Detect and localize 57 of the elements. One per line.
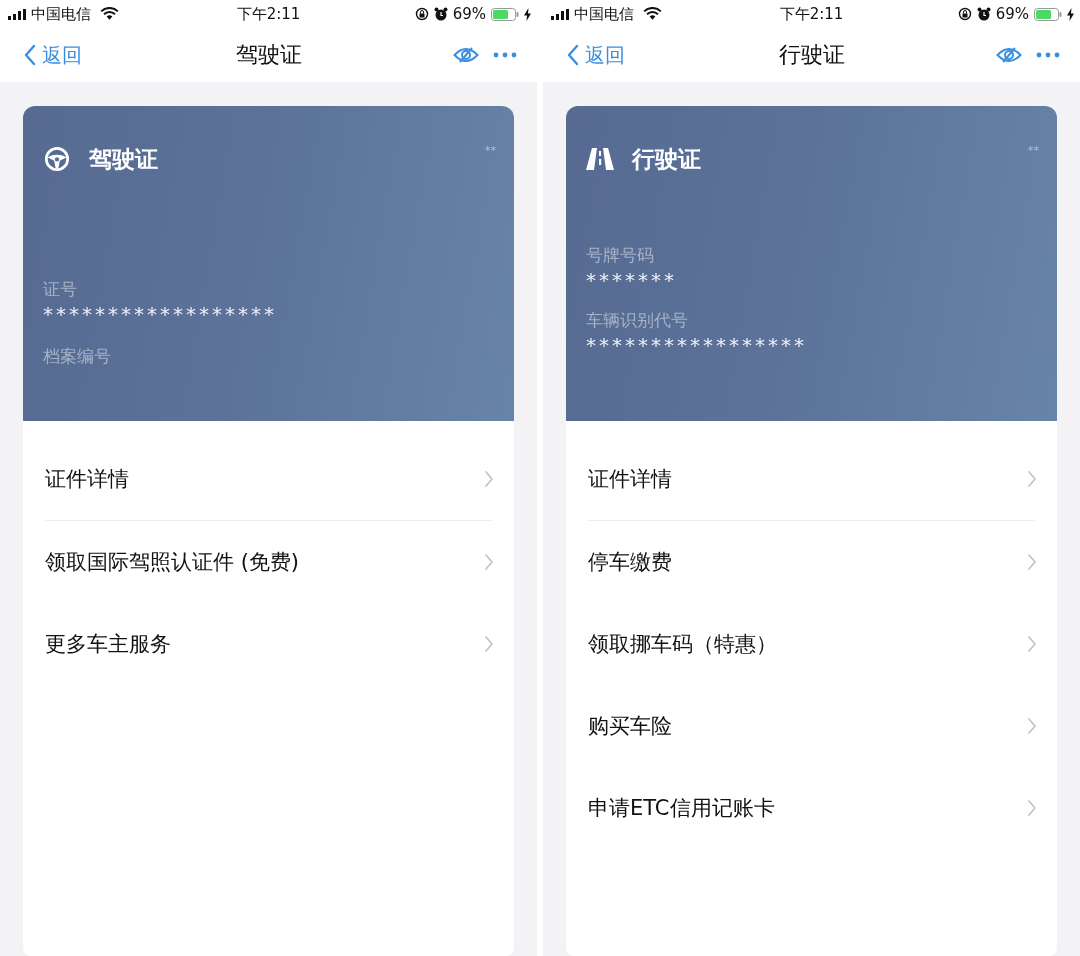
masked-text: ** [485, 144, 496, 157]
chevron-right-icon [1027, 799, 1037, 817]
status-time: 下午2:11 [779, 4, 844, 24]
charging-icon [1067, 7, 1074, 21]
chevron-right-icon [1027, 717, 1037, 735]
road-icon [586, 146, 614, 172]
status-time: 下午2:11 [236, 4, 301, 24]
more-icon[interactable] [1036, 52, 1060, 58]
masked-value: ***************** [586, 334, 808, 356]
field-label: 档案编号 [43, 345, 112, 368]
field-label: 车辆识别代号 [586, 309, 689, 332]
masked-value: ******* [586, 269, 678, 291]
card-title: 驾驶证 [89, 144, 159, 174]
rotation-lock-icon [957, 7, 972, 21]
battery-icon [1034, 7, 1062, 21]
more-icon[interactable] [493, 52, 517, 58]
chevron-right-icon [1027, 470, 1037, 488]
signal-icon [8, 8, 26, 20]
menu-item[interactable]: 领取国际驾照认证件 (免费) [45, 521, 492, 603]
chevron-right-icon [484, 470, 494, 488]
license-card[interactable]: 驾驶证 ** 证号 ****************** 档案编号 [23, 106, 514, 421]
rotation-lock-icon [414, 7, 429, 21]
menu-item[interactable]: 领取挪车码（特惠） [588, 603, 1035, 685]
menu-item[interactable]: 申请ETC信用记账卡 [588, 767, 1035, 849]
menu-item[interactable]: 更多车主服务 [45, 603, 492, 685]
license-card[interactable]: 行驶证 ** 号牌号码 ******* 车辆识别代号 ***************** [566, 106, 1057, 421]
menu-item[interactable]: 停车缴费 [588, 521, 1035, 603]
signal-icon [551, 8, 569, 20]
charging-icon [524, 7, 531, 21]
page-title: 行驶证 [778, 41, 845, 69]
menu-item[interactable]: 购买车险 [588, 685, 1035, 767]
page-title: 驾驶证 [235, 41, 302, 69]
masked-value: ****************** [43, 303, 278, 325]
alarm-icon [433, 7, 448, 21]
chevron-right-icon [484, 553, 494, 571]
steering-wheel-icon [43, 146, 71, 172]
battery-icon [491, 7, 519, 21]
wifi-icon [100, 7, 119, 21]
carrier-name: 中国电信 [574, 4, 634, 24]
chevron-right-icon [1027, 553, 1037, 571]
hidden-eye-icon[interactable] [996, 45, 1022, 65]
field-label: 证号 [43, 278, 78, 301]
menu-item[interactable]: 证件详情 [588, 438, 1035, 520]
alarm-icon [976, 7, 991, 21]
battery-percent: 69% [452, 5, 486, 23]
carrier-name: 中国电信 [31, 4, 91, 24]
field-label: 号牌号码 [586, 244, 655, 267]
hidden-eye-icon[interactable] [453, 45, 479, 65]
battery-percent: 69% [995, 5, 1029, 23]
chevron-right-icon [1027, 635, 1037, 653]
menu-item[interactable]: 证件详情 [45, 438, 492, 520]
wifi-icon [643, 7, 662, 21]
chevron-left-icon [567, 44, 579, 66]
chevron-right-icon [484, 635, 494, 653]
card-title: 行驶证 [632, 144, 702, 174]
masked-text: ** [1028, 144, 1039, 157]
chevron-left-icon [24, 44, 36, 66]
